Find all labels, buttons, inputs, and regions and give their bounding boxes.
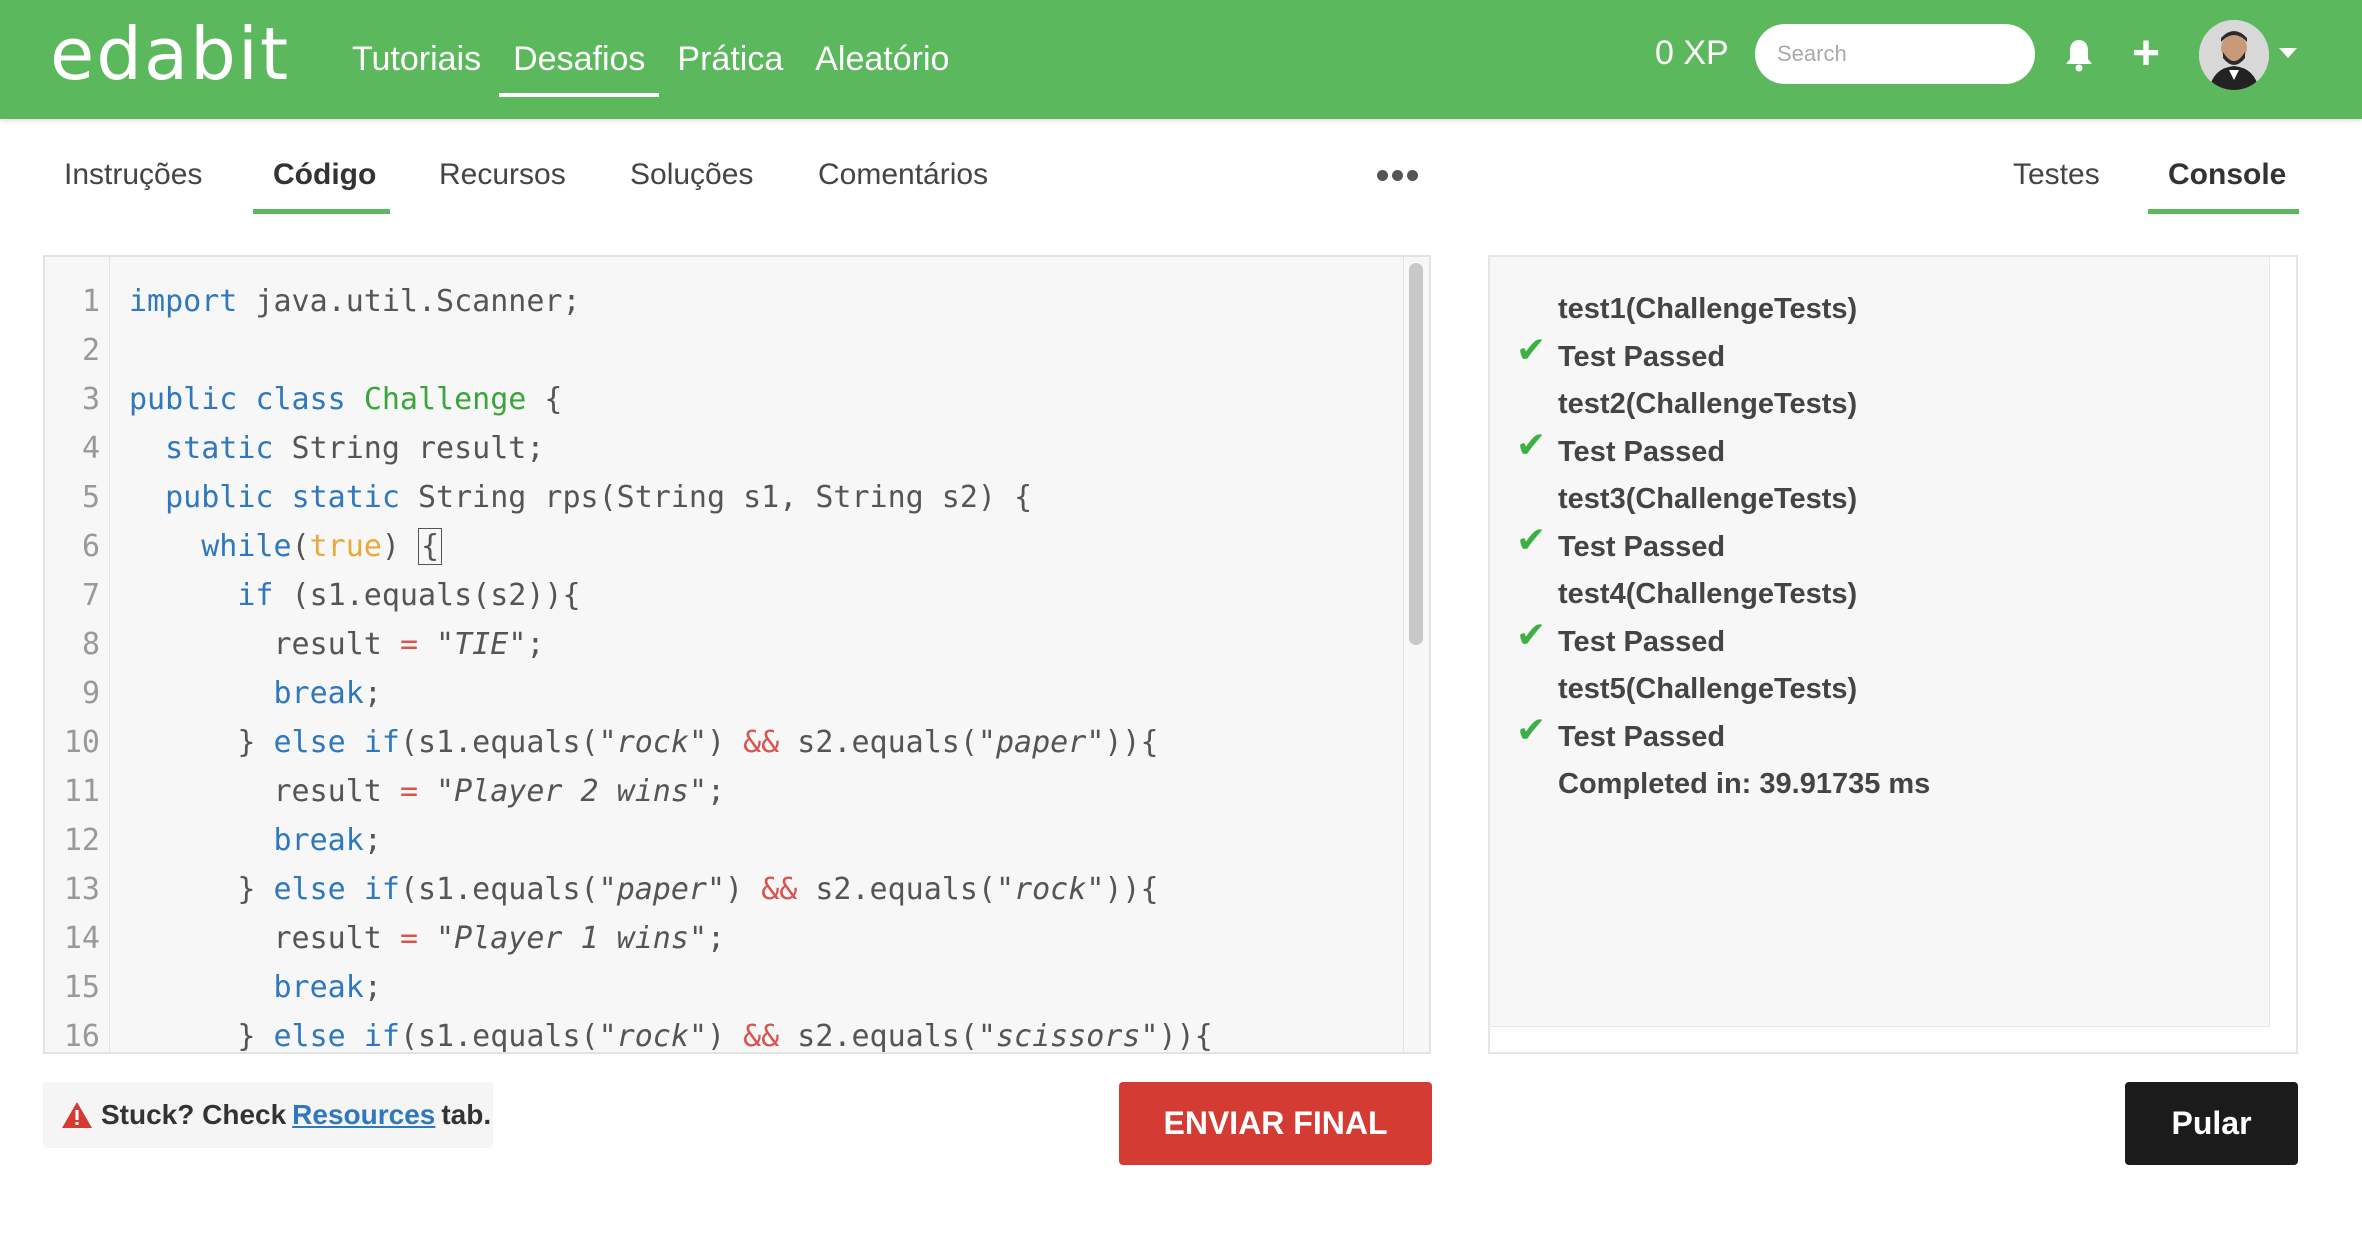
code-line-text[interactable]: break; (129, 816, 382, 865)
tab-instrucoes[interactable]: Instruções (64, 158, 202, 192)
warning-icon (62, 1102, 92, 1128)
code-line: 10 (63, 725, 100, 760)
tab-solucoes[interactable]: Soluções (630, 158, 753, 192)
code-line-text[interactable]: } else if(s1.equals("rock") && s2.equals… (129, 1012, 1212, 1052)
test-name: test1(ChallengeTests) (1558, 293, 1858, 325)
plus-icon[interactable]: + (2132, 26, 2160, 82)
more-options-icon[interactable] (1377, 170, 1418, 181)
code-line-text[interactable]: } else if(s1.equals("paper") && s2.equal… (129, 865, 1158, 914)
console-output: test1(ChallengeTests) ✔ Test Passed test… (1490, 257, 2270, 1027)
tab-comentarios[interactable]: Comentários (818, 158, 988, 192)
nav-pratica[interactable]: Prática (677, 32, 783, 87)
editor-scrollbar-thumb[interactable] (1409, 263, 1423, 645)
tab-recursos[interactable]: Recursos (439, 158, 566, 192)
completed-time: Completed in: 39.91735 ms (1558, 768, 1931, 800)
code-line: 8 (81, 627, 100, 662)
check-icon: ✔ (1516, 709, 1547, 750)
code-line: 16 (63, 1019, 100, 1054)
xp-counter: 0 XP (1655, 34, 1729, 72)
test-result: Test Passed (1558, 531, 1726, 563)
code-line: 6 (81, 529, 100, 564)
code-line: 9 (81, 676, 100, 711)
tab-console[interactable]: Console (2168, 158, 2286, 192)
code-line-text[interactable]: if (s1.equals(s2)){ (129, 571, 580, 620)
nav-desafios[interactable]: Desafios (499, 32, 660, 97)
check-icon: ✔ (1516, 614, 1547, 655)
stuck-prefix: Stuck? Check (101, 1099, 287, 1130)
code-line-text[interactable]: result = "Player 2 wins"; (129, 767, 725, 816)
search-input[interactable] (1755, 24, 2035, 84)
check-icon: ✔ (1516, 424, 1547, 465)
test-name: test2(ChallengeTests) (1558, 388, 1858, 420)
tab-console-underline (2148, 209, 2299, 214)
code-line-text[interactable]: while(true) { (129, 522, 443, 571)
edabit-logo[interactable]: edabit (50, 12, 290, 96)
code-line: 13 (63, 872, 100, 907)
console-panel: test1(ChallengeTests) ✔ Test Passed test… (1488, 255, 2298, 1054)
code-line: 7 (81, 578, 100, 613)
code-line: 12 (63, 823, 100, 858)
test-result: Test Passed (1558, 626, 1726, 658)
top-navigation-bar: edabit Tutoriais Desafios Prática Aleató… (0, 0, 2362, 119)
code-editor[interactable]: 1 2 3 4 5 6 7 8 9 10 11 12 13 14 15 16 i… (43, 255, 1431, 1054)
code-line: 3 (81, 382, 100, 417)
check-icon: ✔ (1516, 329, 1547, 370)
code-line-text[interactable]: public static String rps(String s1, Stri… (129, 473, 1032, 522)
check-icon: ✔ (1516, 519, 1547, 560)
nav-aleatorio[interactable]: Aleatório (815, 32, 949, 87)
code-line-text[interactable]: result = "TIE"; (129, 620, 544, 669)
tab-codigo[interactable]: Código (273, 158, 376, 192)
test-result: Test Passed (1558, 341, 1726, 373)
code-line: 14 (63, 921, 100, 956)
test-result: Test Passed (1558, 721, 1726, 753)
code-line: 15 (63, 970, 100, 1005)
test-name: test4(ChallengeTests) (1558, 578, 1858, 610)
code-line-text[interactable]: result = "Player 1 wins"; (129, 914, 725, 963)
skip-button[interactable]: Pular (2125, 1082, 2298, 1165)
code-line-text[interactable]: public class Challenge { (129, 375, 563, 424)
tab-testes[interactable]: Testes (2013, 158, 2100, 192)
submit-final-button[interactable]: ENVIAR FINAL (1119, 1082, 1432, 1165)
chevron-down-icon[interactable] (2279, 48, 2297, 58)
test-result: Test Passed (1558, 436, 1726, 468)
code-line-text[interactable]: break; (129, 963, 382, 1012)
avatar-image (2199, 20, 2269, 90)
tab-codigo-underline (253, 209, 390, 214)
nav-tutoriais[interactable]: Tutoriais (352, 32, 481, 87)
test-name: test3(ChallengeTests) (1558, 483, 1858, 515)
avatar[interactable] (2199, 20, 2269, 90)
code-line: 5 (81, 480, 100, 515)
code-line: 1 (81, 284, 100, 319)
bell-icon[interactable] (2064, 38, 2094, 72)
code-line: 11 (63, 774, 100, 809)
editor-scrollbar[interactable] (1403, 257, 1429, 1052)
code-line-text[interactable]: } else if(s1.equals("rock") && s2.equals… (129, 718, 1158, 767)
test-name: test5(ChallengeTests) (1558, 673, 1858, 705)
code-line: 2 (81, 333, 100, 368)
stuck-hint: Stuck? Check Resources tab. (43, 1082, 493, 1148)
code-line: 4 (81, 431, 100, 466)
main-nav: Tutoriais Desafios Prática Aleatório (352, 0, 981, 119)
code-line-text[interactable]: break; (129, 669, 382, 718)
code-line-text[interactable]: import java.util.Scanner; (129, 277, 581, 326)
code-line-text[interactable]: static String result; (129, 424, 544, 473)
resources-link[interactable]: Resources (292, 1099, 435, 1131)
stuck-suffix: tab. (441, 1099, 492, 1130)
